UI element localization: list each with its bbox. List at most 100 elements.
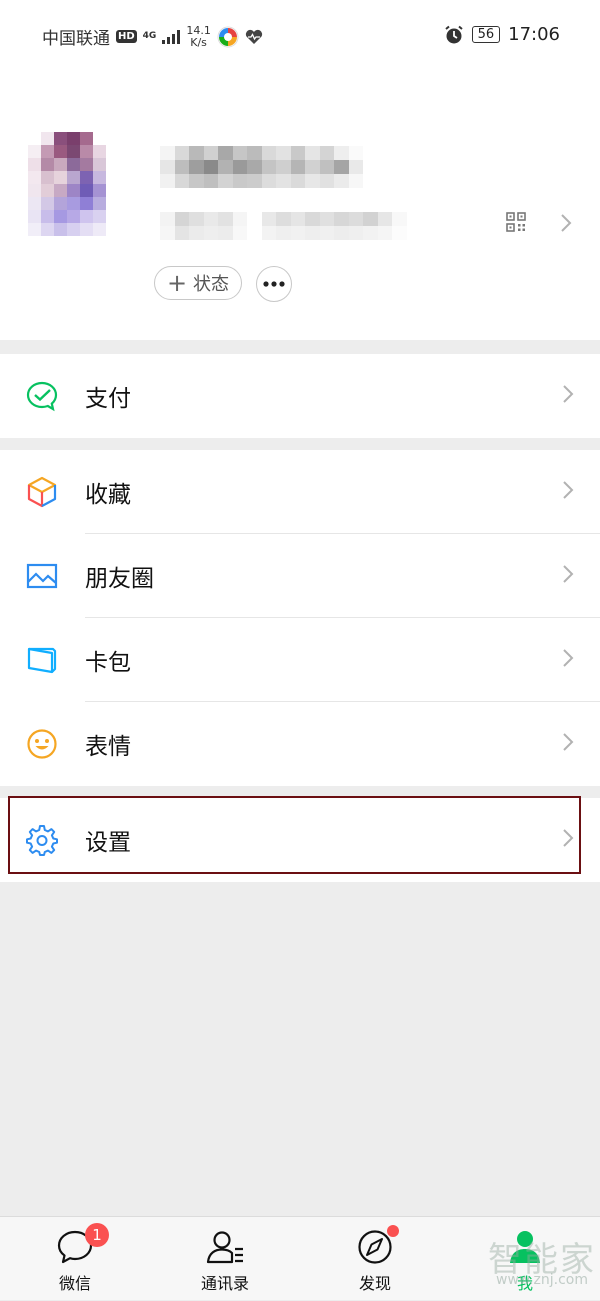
menu-item-stickers[interactable]: 表情	[0, 702, 600, 786]
avatar-pixel	[67, 132, 80, 145]
avatar-pixel	[93, 184, 106, 197]
add-status-button[interactable]: + 状态	[154, 266, 242, 300]
moments-picture-icon	[26, 560, 58, 592]
avatar-pixel	[54, 132, 67, 145]
me-person-icon	[510, 1231, 540, 1263]
nickname-blur-pixel	[334, 146, 349, 160]
avatar[interactable]	[28, 132, 132, 236]
menu-label-moments: 朋友圈	[85, 566, 154, 592]
wechat-id-blur-pixel	[218, 212, 233, 226]
avatar-pixel	[119, 223, 132, 236]
wechat-id-blur-pixel	[174, 226, 189, 240]
wechat-id-blur-pixel	[363, 212, 378, 226]
tab-contacts[interactable]: 通讯录	[150, 1217, 300, 1301]
contacts-icon	[206, 1231, 243, 1264]
avatar-pixel	[80, 184, 93, 197]
avatar-pixel	[119, 158, 132, 171]
menu-item-favorites[interactable]: 收藏	[0, 450, 600, 534]
wechat-id-blur-pixel	[160, 212, 175, 226]
wechat-id-blur-pixel	[305, 226, 320, 240]
chevron-right-icon	[563, 481, 574, 499]
wechat-id-blur-pixel	[189, 226, 204, 240]
status-button-label: 状态	[193, 274, 230, 295]
menu-group-pay: 支付	[0, 354, 600, 438]
wechat-id-blur-pixel	[189, 212, 204, 226]
nickname-blur-pixel	[232, 174, 247, 188]
wechat-id-blur-pixel	[232, 226, 247, 240]
tab-label-me: 我	[516, 1274, 533, 1293]
battery-icon: 56	[471, 26, 501, 43]
menu-item-cards[interactable]: 卡包	[0, 618, 600, 702]
status-bar: 中国联通 HD 4G 14.1 K/s 56 17:06	[0, 0, 600, 70]
profile-chevron-right-icon	[561, 214, 572, 232]
avatar-pixel	[80, 197, 93, 210]
wechat-id-blur-pixel	[261, 226, 276, 240]
tab-discover[interactable]: 发现	[300, 1217, 450, 1301]
nickname-blur-pixel	[334, 174, 349, 188]
nickname-blur-pixel	[174, 174, 189, 188]
status-left: 中国联通 HD 4G 14.1 K/s	[42, 24, 263, 49]
avatar-pixel	[28, 184, 41, 197]
nickname-blur-pixel	[218, 146, 233, 160]
nickname-blur-pixel	[232, 146, 247, 160]
menu-label-favorites: 收藏	[85, 482, 131, 508]
avatar-pixel	[106, 145, 119, 158]
nickname-blur-pixel	[261, 160, 276, 174]
tab-chats[interactable]: 1 微信	[0, 1217, 150, 1301]
nickname-blur-pixel	[218, 160, 233, 174]
network-speed: 14.1 K/s	[186, 24, 211, 49]
nickname-blur-pixel	[319, 146, 334, 160]
nickname-blur-pixel	[305, 160, 320, 174]
menu-group-settings: 设置	[0, 798, 600, 882]
nickname-blurred	[160, 146, 363, 188]
avatar-pixel	[93, 210, 106, 223]
avatar-pixel	[28, 197, 41, 210]
speed-unit: K/s	[190, 35, 207, 49]
status-right: 56 17:06	[444, 24, 560, 45]
avatar-pixel	[54, 145, 67, 158]
nickname-blur-pixel	[189, 174, 204, 188]
tab-me[interactable]: 我	[450, 1217, 600, 1301]
avatar-pixel	[93, 158, 106, 171]
wechat-id-blur-pixel	[203, 212, 218, 226]
nickname-blur-pixel	[247, 160, 262, 174]
profile-header[interactable]: + 状态	[0, 70, 600, 340]
menu-item-moments[interactable]: 朋友圈	[0, 534, 600, 618]
favorites-cube-icon	[26, 476, 58, 508]
avatar-pixel	[93, 223, 106, 236]
avatar-pixel	[41, 223, 54, 236]
avatar-pixel	[41, 184, 54, 197]
avatar-pixel	[41, 145, 54, 158]
wechat-id-blur-pixel	[334, 226, 349, 240]
avatar-pixel	[93, 145, 106, 158]
menu-label-cards: 卡包	[85, 650, 131, 676]
avatar-pixel	[106, 197, 119, 210]
nickname-blur-pixel	[334, 160, 349, 174]
menu-item-pay[interactable]: 支付	[0, 354, 600, 438]
avatar-pixel	[67, 171, 80, 184]
menu-item-settings[interactable]: 设置	[0, 798, 600, 882]
avatar-pixel	[93, 197, 106, 210]
clock-time: 17:06	[508, 24, 560, 45]
avatar-pixel	[67, 197, 80, 210]
avatar-pixel	[41, 210, 54, 223]
menu-label-pay: 支付	[85, 386, 131, 412]
qr-code-icon[interactable]	[506, 212, 526, 232]
signal-icon	[162, 29, 181, 44]
tab-label-contacts: 通讯录	[200, 1274, 249, 1293]
plus-icon: +	[166, 269, 188, 297]
chevron-right-icon	[563, 565, 574, 583]
avatar-pixel	[93, 132, 106, 145]
unread-badge: 1	[85, 1223, 109, 1247]
hd-icon: HD	[116, 30, 137, 43]
nickname-blur-pixel	[290, 160, 305, 174]
app-notification-icon	[217, 26, 239, 47]
wechat-id-blur-pixel	[305, 212, 320, 226]
chevron-right-icon	[563, 649, 574, 667]
avatar-pixel	[80, 223, 93, 236]
tab-label-chats: 微信	[58, 1274, 91, 1293]
more-button[interactable]	[256, 266, 292, 302]
alarm-icon	[444, 25, 463, 43]
nickname-blur-pixel	[189, 146, 204, 160]
notification-dot	[387, 1225, 399, 1237]
